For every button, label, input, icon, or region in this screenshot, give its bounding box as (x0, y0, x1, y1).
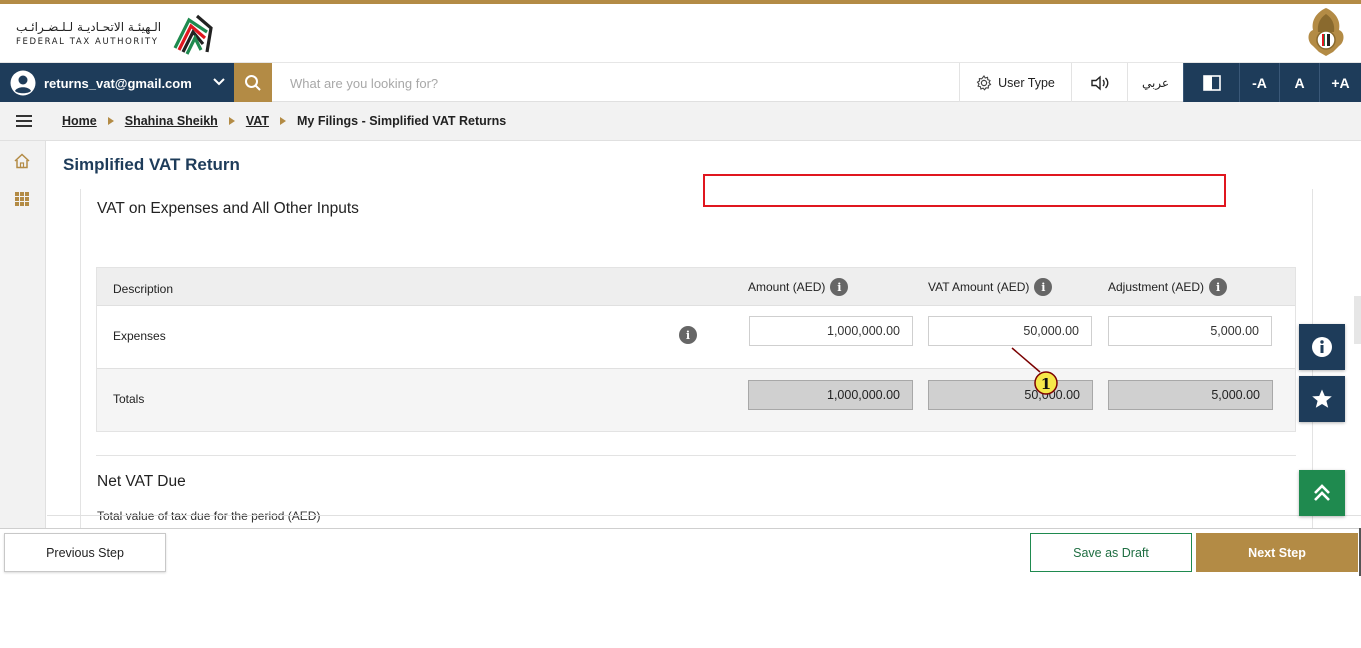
search-button[interactable] (234, 63, 272, 103)
info-icon (1312, 337, 1332, 357)
expenses-amount-input[interactable] (749, 316, 913, 346)
audio-button[interactable] (1071, 63, 1127, 103)
section-title: VAT on Expenses and All Other Inputs (97, 200, 359, 217)
user-type-button[interactable]: User Type (959, 63, 1071, 103)
user-type-label: User Type (998, 76, 1055, 90)
scroll-to-top-button[interactable] (1299, 470, 1345, 516)
font-normal-button[interactable]: A (1279, 63, 1319, 103)
table-row: Expenses i (97, 306, 1295, 369)
breadcrumb-separator-icon (107, 117, 114, 125)
breadcrumb-vat[interactable]: VAT (246, 114, 269, 128)
speaker-icon (1090, 75, 1108, 91)
top-navigation: returns_vat@gmail.com User Type عربي -A (0, 62, 1361, 103)
user-email: returns_vat@gmail.com (44, 75, 192, 91)
info-float-button[interactable] (1299, 324, 1345, 370)
net-vat-subtitle: Total value of tax due for the period (A… (97, 509, 321, 523)
left-sidebar (0, 141, 46, 528)
breadcrumb-current: My Filings - Simplified VAT Returns (296, 114, 507, 128)
total-amount: 1,000,000.00 (748, 380, 913, 410)
info-icon[interactable]: i (830, 278, 849, 296)
vat-return-card: VAT on Expenses and All Other Inputs Des… (80, 189, 1313, 528)
font-decrease-button[interactable]: -A (1239, 63, 1279, 103)
arabic-language-button[interactable]: عربي (1127, 63, 1183, 103)
column-description: Description (113, 282, 174, 296)
main-content: Simplified VAT Return VAT on Expenses an… (47, 141, 1361, 528)
column-adjustment: Adjustment (AED) i (1108, 268, 1228, 306)
breadcrumb-home[interactable]: Home (62, 114, 97, 128)
uae-emblem-icon (1308, 8, 1344, 56)
save-draft-button[interactable]: Save as Draft (1030, 533, 1192, 572)
breadcrumb: Home Shahina Sheikh VAT My Filings - Sim… (62, 114, 506, 128)
content-bottom-border (47, 515, 1361, 516)
info-icon[interactable]: i (679, 326, 697, 344)
expenses-adjustment-input[interactable] (1108, 316, 1272, 346)
breadcrumb-bar: Home Shahina Sheikh VAT My Filings - Sim… (0, 102, 1361, 141)
column-amount-label: Amount (AED) (748, 280, 826, 294)
row-label: Expenses (113, 329, 166, 343)
section-divider (96, 455, 1296, 456)
totals-row: Totals 1,000,000.00 50,000.00 5,000.00 (97, 369, 1295, 431)
totals-label: Totals (113, 392, 145, 406)
total-adjustment: 5,000.00 (1108, 380, 1273, 410)
breadcrumb-separator-icon (228, 117, 235, 125)
vat-expenses-table: Description Amount (AED) i VAT Amount (A… (96, 267, 1296, 432)
footer-action-bar: Previous Step Save as Draft Next Step (0, 528, 1361, 576)
double-chevron-up-icon (1314, 484, 1330, 501)
column-adjustment-label: Adjustment (AED) (1108, 280, 1205, 294)
page-title: Simplified VAT Return (63, 155, 240, 174)
info-icon[interactable]: i (1034, 278, 1053, 296)
contrast-button[interactable] (1183, 63, 1239, 103)
hamburger-icon[interactable] (14, 113, 34, 129)
chevron-down-icon[interactable] (212, 75, 226, 89)
logo-text: الـهيئـة الاتحـاديـة لـلـضـرائـب FEDERAL… (16, 20, 161, 47)
table-header: Description Amount (AED) i VAT Amount (A… (97, 268, 1295, 306)
net-vat-title: Net VAT Due (97, 473, 186, 490)
column-amount: Amount (AED) i (748, 268, 849, 306)
user-avatar-icon (10, 70, 36, 96)
favorite-float-button[interactable] (1299, 376, 1345, 422)
logo-arabic-text: الـهيئـة الاتحـاديـة لـلـضـرائـب (16, 19, 162, 34)
column-vat-amount-label: VAT Amount (AED) (928, 280, 1030, 294)
user-menu[interactable]: returns_vat@gmail.com (0, 63, 234, 103)
scrollbar-thumb[interactable] (1354, 296, 1361, 344)
fta-logo-mark-icon (173, 14, 213, 55)
font-increase-button[interactable]: +A (1319, 63, 1361, 103)
fta-logo[interactable]: الـهيئـة الاتحـاديـة لـلـضـرائـب FEDERAL… (16, 10, 217, 56)
total-vat-amount: 50,000.00 (928, 380, 1093, 410)
search-icon (245, 75, 261, 91)
breadcrumb-separator-icon (279, 117, 286, 125)
info-icon[interactable]: i (1209, 278, 1228, 296)
search-input[interactable] (280, 69, 950, 97)
contrast-icon (1202, 75, 1221, 91)
logo-english-text: FEDERAL TAX AUTHORITY (16, 36, 159, 47)
home-icon[interactable] (12, 151, 32, 171)
next-step-button[interactable]: Next Step (1196, 533, 1358, 572)
site-header: الـهيئـة الاتحـاديـة لـلـضـرائـب FEDERAL… (0, 4, 1361, 62)
breadcrumb-user[interactable]: Shahina Sheikh (125, 114, 218, 128)
gear-icon (976, 75, 992, 91)
grid-icon[interactable] (12, 189, 32, 209)
expenses-vat-amount-input[interactable] (928, 316, 1092, 346)
star-icon (1312, 389, 1332, 408)
previous-step-button[interactable]: Previous Step (4, 533, 166, 572)
column-vat-amount: VAT Amount (AED) i (928, 268, 1053, 306)
